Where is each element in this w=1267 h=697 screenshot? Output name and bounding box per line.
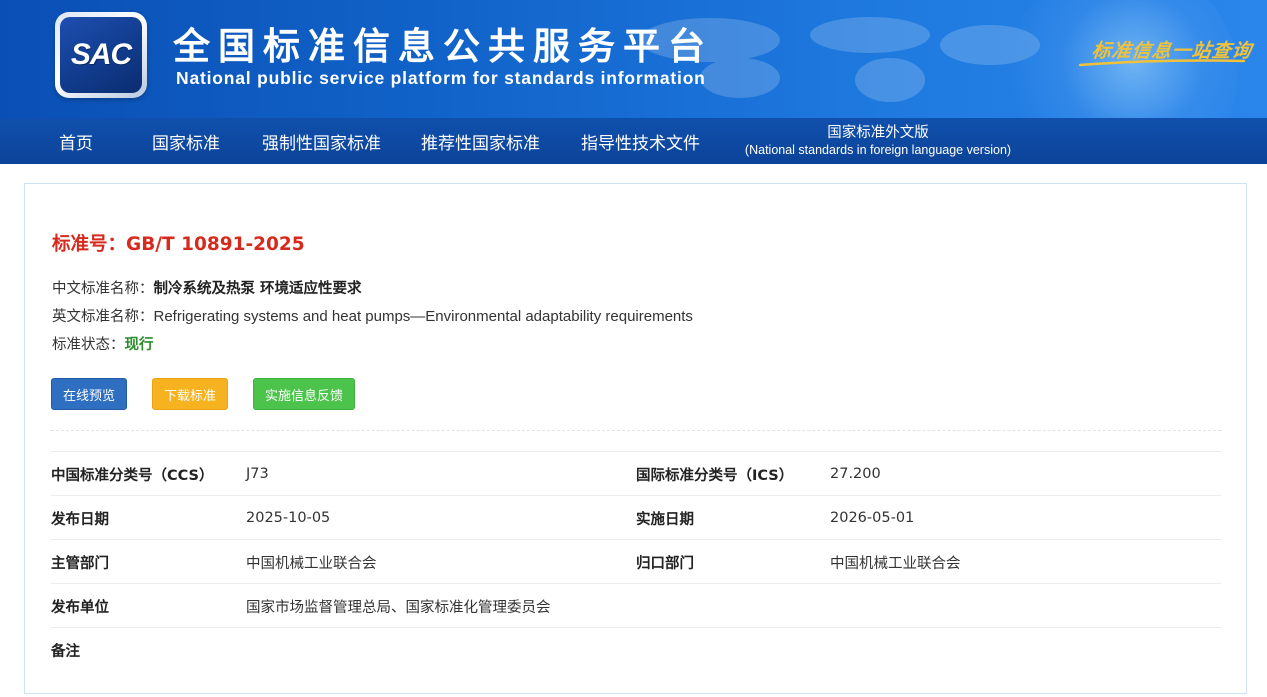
site-title: 全国标准信息公共服务平台	[173, 25, 713, 68]
standard-number: GB/T 10891-2025	[126, 234, 305, 255]
detail-row-dates: 发布日期 2025-10-05 实施日期 2026-05-01	[51, 495, 1221, 539]
site-subtitle: National public service platform for sta…	[176, 68, 706, 88]
standard-number-heading: 标准号：GB/T 10891-2025	[52, 230, 305, 256]
nav-item-recommended-standards[interactable]: 推荐性国家标准	[421, 118, 540, 164]
remark-label: 备注	[51, 643, 80, 660]
preview-button[interactable]: 在线预览	[51, 378, 127, 410]
detail-row-publisher: 发布单位 国家市场监督管理总局、国家标准化管理委员会	[51, 583, 1221, 627]
nav-item-foreign-language[interactable]: 国家标准外文版 (National standards in foreign l…	[740, 124, 1016, 159]
section-divider	[51, 430, 1221, 431]
status-label: 标准状态：	[52, 337, 125, 353]
publisher-label: 发布单位	[51, 599, 109, 616]
competent-dept-label: 主管部门	[51, 555, 109, 572]
impl-date-value: 2026-05-01	[830, 510, 915, 526]
publish-date-value: 2025-10-05	[246, 510, 331, 526]
ics-value: 27.200	[830, 466, 881, 482]
status-line: 标准状态：现行	[52, 333, 154, 354]
publish-date-label: 发布日期	[51, 511, 109, 528]
nav-item-home[interactable]: 首页	[59, 118, 93, 164]
cn-name-line: 中文标准名称：制冷系统及热泵 环境适应性要求	[52, 277, 362, 298]
cn-name-label: 中文标准名称：	[52, 281, 154, 297]
cn-name-value: 制冷系统及热泵 环境适应性要求	[153, 281, 362, 297]
sac-logo[interactable]: SAC	[55, 12, 147, 98]
nav-item-mandatory-standards[interactable]: 强制性国家标准	[262, 118, 381, 164]
sac-logo-text: SAC	[70, 38, 132, 71]
ics-label: 国际标准分类号（ICS）	[636, 467, 794, 484]
impl-date-label: 实施日期	[636, 511, 694, 528]
detail-row-classification: 中国标准分类号（CCS） J73 国际标准分类号（ICS） 27.200	[51, 451, 1221, 495]
nav-foreign-sublabel: (National standards in foreign language …	[744, 143, 1012, 157]
feedback-button[interactable]: 实施信息反馈	[253, 378, 355, 410]
main-nav: 首页 国家标准 强制性国家标准 推荐性国家标准 指导性技术文件 国家标准外文版 …	[0, 118, 1267, 164]
nav-item-guidance-documents[interactable]: 指导性技术文件	[581, 118, 700, 164]
ccs-value: J73	[246, 466, 269, 482]
centralized-dept-value: 中国机械工业联合会	[830, 555, 961, 572]
site-banner: SAC 全国标准信息公共服务平台 National public service…	[0, 0, 1267, 118]
en-name-value: Refrigerating systems and heat pumps—Env…	[153, 308, 693, 325]
nav-foreign-label: 国家标准外文版	[827, 125, 929, 141]
centralized-dept-label: 归口部门	[636, 555, 694, 572]
ccs-label: 中国标准分类号（CCS）	[51, 467, 214, 484]
nav-item-national-standards[interactable]: 国家标准	[152, 118, 220, 164]
slogan-swoosh-decoration	[1078, 59, 1246, 67]
status-badge: 现行	[124, 337, 154, 353]
detail-row-departments: 主管部门 中国机械工业联合会 归口部门 中国机械工业联合会	[51, 539, 1221, 583]
publisher-value: 国家市场监督管理总局、国家标准化管理委员会	[246, 599, 551, 616]
detail-row-remark: 备注	[51, 627, 1221, 671]
sac-logo-inner: SAC	[60, 17, 142, 93]
standard-detail-panel: 标准号：GB/T 10891-2025 中文标准名称：制冷系统及热泵 环境适应性…	[24, 183, 1247, 694]
download-button[interactable]: 下载标准	[152, 378, 228, 410]
competent-dept-value: 中国机械工业联合会	[246, 555, 377, 572]
en-name-line: 英文标准名称：Refrigerating systems and heat pu…	[52, 305, 693, 326]
standard-number-label: 标准号：	[52, 234, 127, 255]
en-name-label: 英文标准名称：	[52, 309, 154, 325]
